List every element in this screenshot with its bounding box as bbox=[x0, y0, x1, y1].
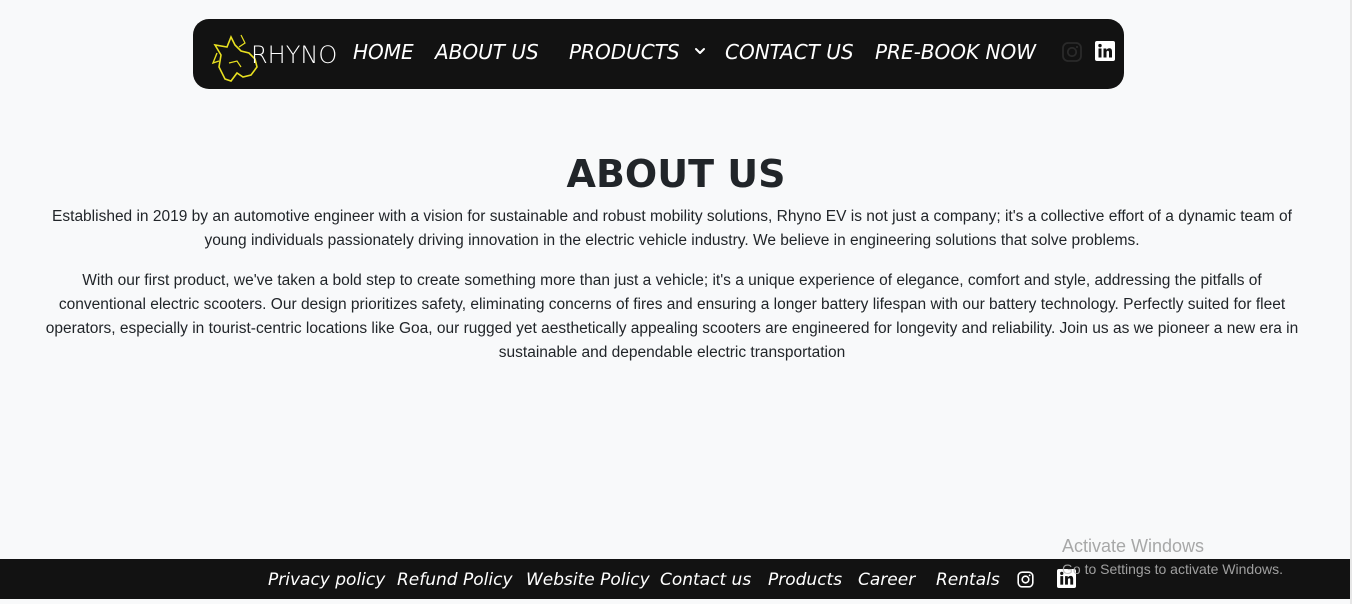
chevron-down-icon[interactable] bbox=[692, 43, 708, 59]
nav-contact-link[interactable]: CONTACT US bbox=[725, 39, 854, 65]
activate-windows-subtitle: Go to Settings to activate Windows. bbox=[1062, 561, 1283, 577]
page: RHYNO HOME ABOUT US PRODUCTS CONTACT US … bbox=[0, 0, 1352, 604]
footer-products-link[interactable]: Products bbox=[768, 569, 842, 591]
footer-website-policy-link[interactable]: Website Policy bbox=[526, 569, 650, 591]
footer-contact-link[interactable]: Contact us bbox=[660, 569, 751, 591]
instagram-icon[interactable] bbox=[1017, 571, 1034, 588]
logo[interactable]: RHYNO bbox=[211, 33, 341, 85]
about-paragraph-1: Established in 2019 by an automotive eng… bbox=[52, 208, 1292, 249]
nav-about-link[interactable]: ABOUT US bbox=[435, 39, 539, 65]
footer-privacy-link[interactable]: Privacy policy bbox=[268, 569, 385, 591]
nav-prebook-link[interactable]: PRE-BOOK NOW bbox=[875, 39, 1036, 65]
instagram-icon[interactable] bbox=[1061, 41, 1083, 63]
page-title: ABOUT US bbox=[566, 152, 786, 196]
linkedin-icon[interactable] bbox=[1095, 41, 1115, 61]
nav-products-link[interactable]: PRODUCTS bbox=[569, 39, 680, 65]
navbar: RHYNO HOME ABOUT US PRODUCTS CONTACT US … bbox=[193, 19, 1124, 89]
logo-text: RHYNO bbox=[251, 41, 338, 69]
about-paragraph-2: With our first product, we've taken a bo… bbox=[45, 272, 1299, 361]
nav-home-link[interactable]: HOME bbox=[353, 39, 414, 65]
footer-rentals-link[interactable]: Rentals bbox=[936, 569, 1000, 591]
activate-windows-title: Activate Windows bbox=[1062, 536, 1205, 556]
footer-career-link[interactable]: Career bbox=[858, 569, 915, 591]
footer-refund-link[interactable]: Refund Policy bbox=[397, 569, 513, 591]
